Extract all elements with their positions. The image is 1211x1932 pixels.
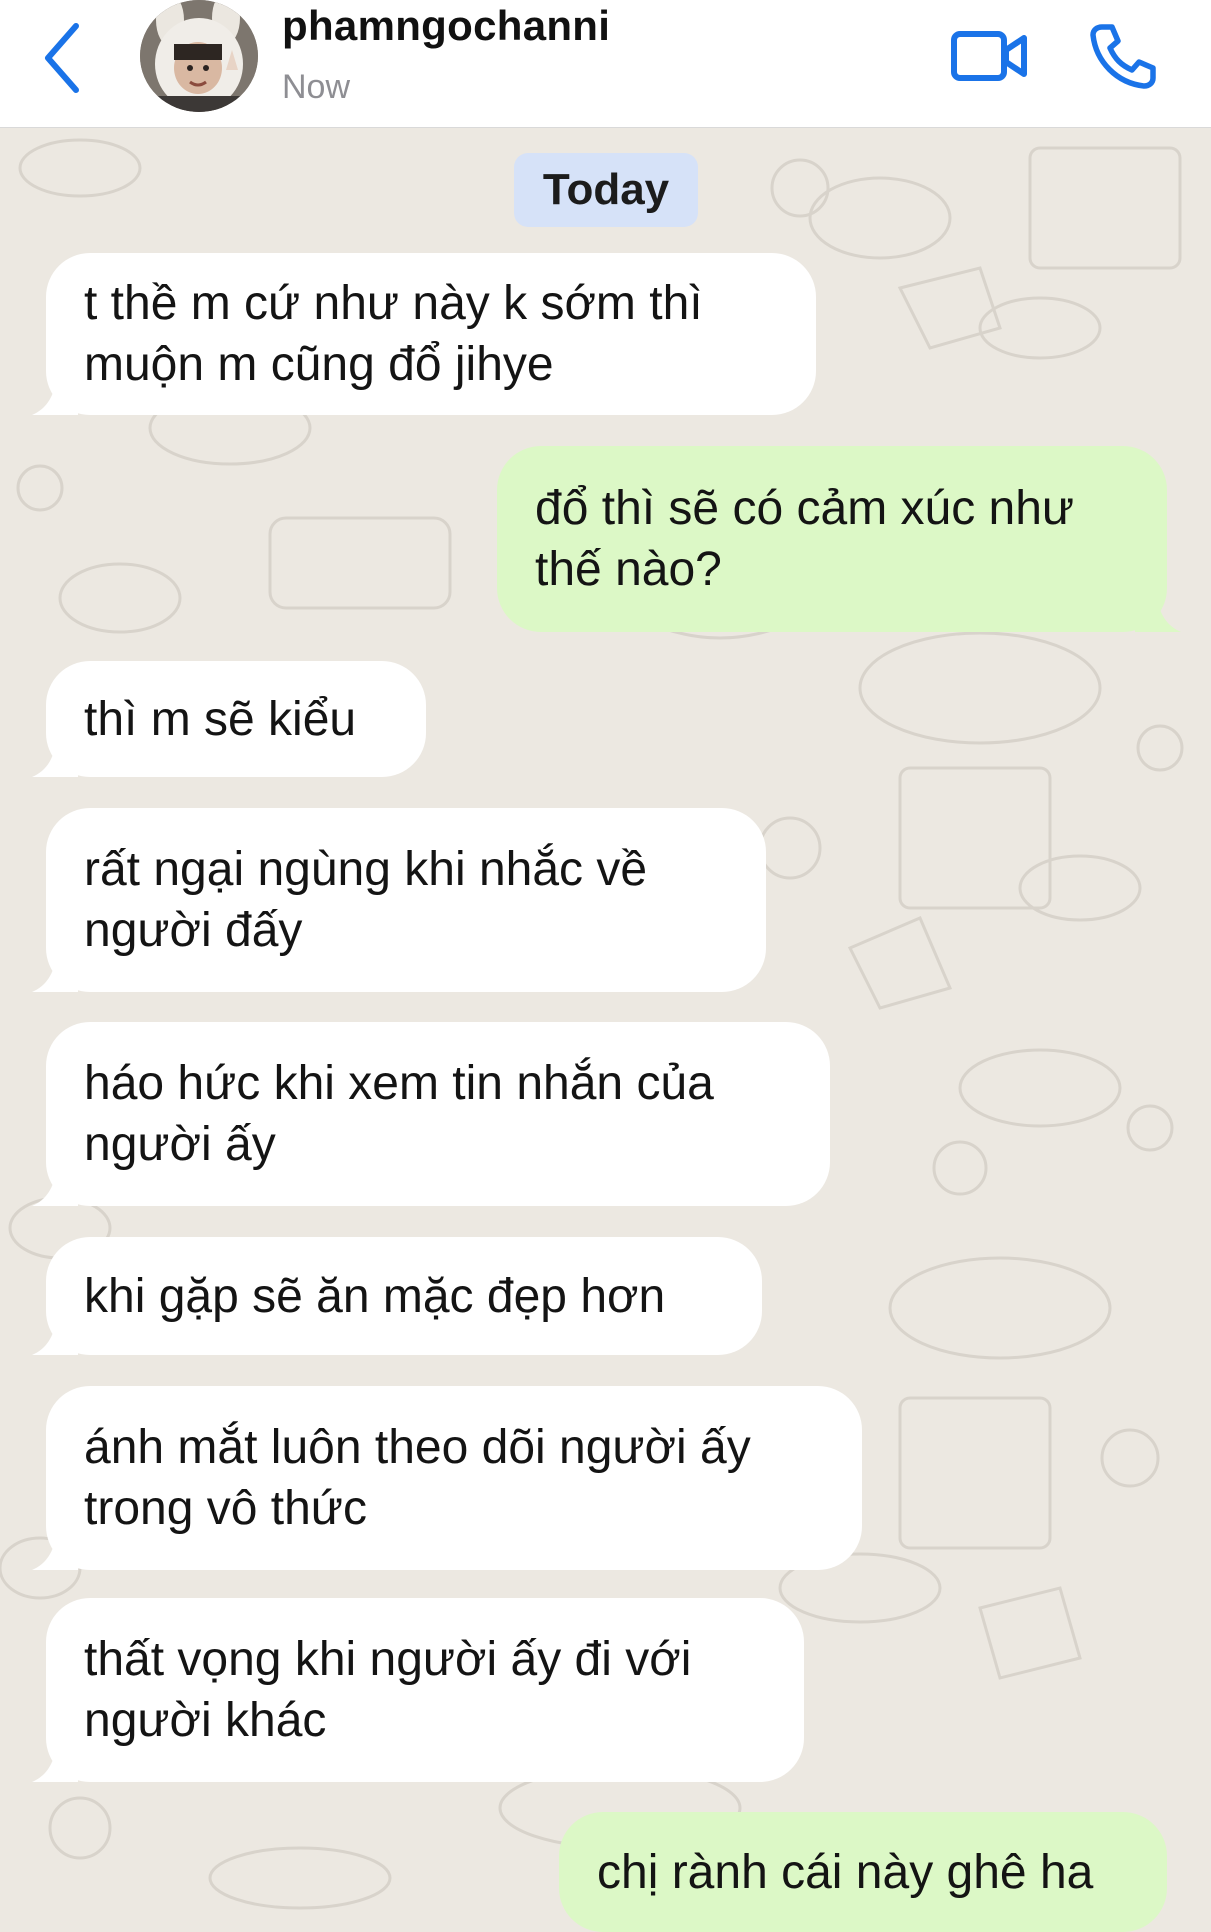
message-bubble-outgoing[interactable]: chị rành cái này ghê ha	[559, 1812, 1167, 1932]
message-bubble-incoming[interactable]: ánh mắt luôn theo dõi người ấy trong vô …	[32, 1386, 862, 1570]
message-bubble-incoming[interactable]: t thề m cứ như này k sớm thì muộn m cũng…	[32, 253, 816, 415]
message-bubble-outgoing[interactable]: đổ thì sẽ có cảm xúc như thế nào?	[497, 446, 1181, 632]
bubble-tail	[32, 1746, 78, 1782]
bubble-tail	[32, 1319, 78, 1355]
bubble-tail	[32, 379, 78, 415]
message-text: thì m sẽ kiểu	[84, 692, 357, 746]
message-text: rất ngại ngùng khi nhắc về người đấy	[84, 843, 648, 957]
message-bubble-incoming[interactable]: háo hức khi xem tin nhắn của người ấy	[32, 1022, 830, 1206]
message-bubble-incoming[interactable]: khi gặp sẽ ăn mặc đẹp hơn	[32, 1237, 762, 1355]
bubble-tail	[1135, 596, 1181, 632]
message-text: khi gặp sẽ ăn mặc đẹp hơn	[84, 1269, 666, 1323]
avatar[interactable]	[140, 0, 258, 112]
message-text: t thề m cứ như này k sớm thì muộn m cũng…	[84, 277, 703, 391]
back-button[interactable]	[38, 18, 90, 98]
message-text: thất vọng khi người ấy đi với người khác	[84, 1633, 692, 1747]
contact-status: Now	[282, 68, 351, 106]
message-bubble-incoming[interactable]: thất vọng khi người ấy đi với người khác	[32, 1598, 804, 1782]
bubble-tail	[32, 1534, 78, 1570]
bubble-tail	[32, 1170, 78, 1206]
message-text: háo hức khi xem tin nhắn của người ấy	[84, 1057, 714, 1171]
phone-icon	[1090, 24, 1156, 89]
message-bubble-incoming[interactable]: thì m sẽ kiểu	[32, 661, 426, 777]
chevron-left-icon	[45, 23, 79, 93]
bubble-tail	[32, 741, 78, 777]
contact-name[interactable]: phamngochanni	[282, 2, 610, 50]
video-call-button[interactable]	[950, 28, 1030, 84]
video-camera-icon	[951, 31, 1027, 81]
voice-call-button[interactable]	[1088, 22, 1158, 90]
message-bubble-incoming[interactable]: rất ngại ngùng khi nhắc về người đấy	[32, 808, 766, 992]
message-text: đổ thì sẽ có cảm xúc như thế nào?	[535, 482, 1075, 596]
avatar-image	[140, 0, 258, 112]
date-separator: Today	[514, 153, 698, 227]
bubble-tail	[32, 956, 78, 992]
chat-header: phamngochanni Now	[0, 0, 1211, 128]
message-text: chị rành cái này ghê ha	[597, 1845, 1094, 1899]
message-text: ánh mắt luôn theo dõi người ấy trong vô …	[84, 1421, 751, 1535]
